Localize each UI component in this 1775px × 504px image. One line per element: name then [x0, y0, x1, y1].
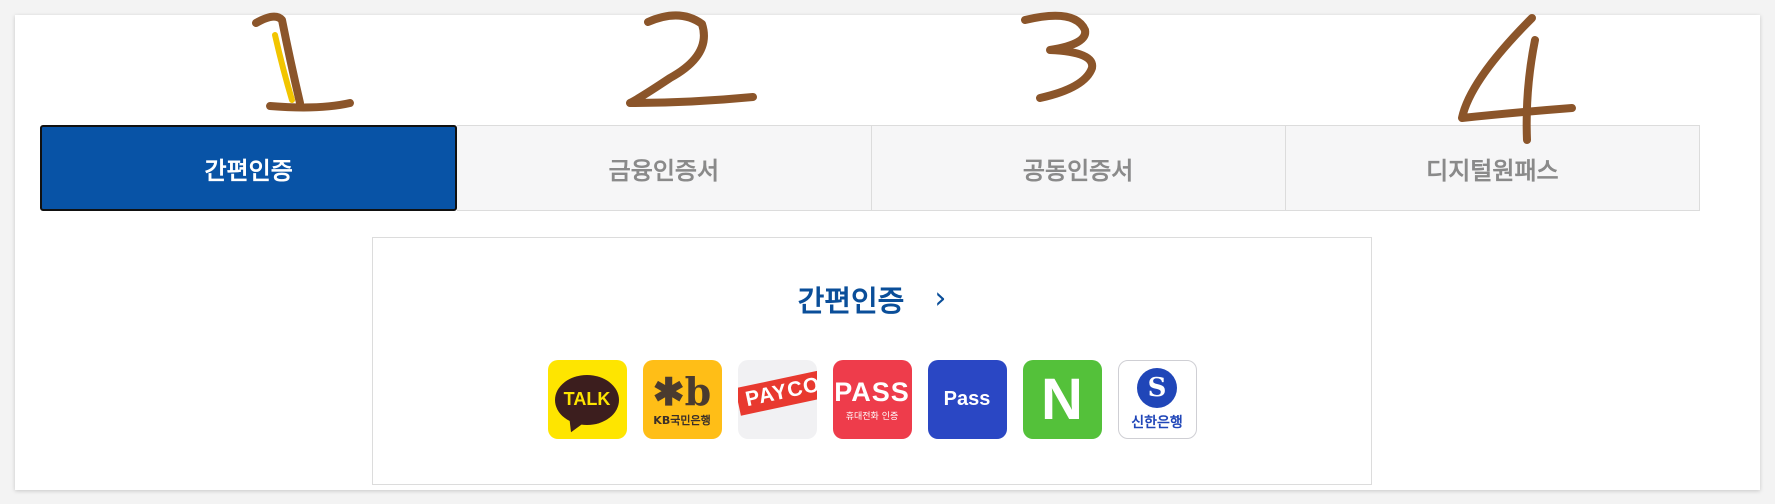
kb-label: KB국민은행 — [653, 413, 711, 427]
pass-label: PASS — [834, 377, 910, 407]
pass-blue-label: Pass — [943, 388, 991, 410]
simple-auth-panel: 간편인증 › TALK ✱b KB국민은행 PAYCO PASS 휴대전화 인증… — [372, 237, 1372, 485]
kakaotalk-icon: TALK — [555, 374, 619, 425]
kb-logo-icon: ✱b — [652, 368, 712, 414]
tab-joint-cert[interactable]: 공동인증서 — [871, 125, 1286, 211]
naver-app-button[interactable]: N — [1022, 360, 1102, 439]
shinhan-logo-icon: S — [1137, 367, 1177, 408]
tab-simple-auth[interactable]: 간편인증 — [40, 125, 458, 211]
pass-app-button[interactable]: Pass — [927, 360, 1007, 439]
panel-header[interactable]: 간편인증 › — [373, 278, 1371, 320]
kb-bank-app-button[interactable]: ✱b KB국민은행 — [642, 360, 722, 439]
payco-label: PAYCO — [742, 372, 817, 412]
naver-logo-icon: N — [1041, 367, 1083, 432]
shinhan-label: 신한은행 — [1131, 414, 1183, 431]
payco-app-button[interactable]: PAYCO — [737, 360, 817, 439]
kakaotalk-app-button[interactable]: TALK — [547, 360, 627, 439]
tab-financial-cert[interactable]: 금융인증서 — [457, 125, 872, 211]
payco-logo-icon: PAYCO — [737, 363, 817, 416]
auth-tabs: 간편인증 금융인증서 공동인증서 디지털원패스 — [40, 125, 1700, 211]
shinhan-mark: S — [1147, 372, 1167, 403]
auth-app-list: TALK ✱b KB국민은행 PAYCO PASS 휴대전화 인증 Pass N… — [373, 360, 1371, 439]
chevron-right-icon[interactable]: › — [934, 284, 946, 314]
kakaotalk-label: TALK — [563, 389, 611, 409]
pass-subtext: 휴대전화 인증 — [845, 412, 899, 422]
pass-phone-app-button[interactable]: PASS 휴대전화 인증 — [832, 360, 912, 439]
tab-digital-onepass[interactable]: 디지털원패스 — [1285, 125, 1700, 211]
panel-title[interactable]: 간편인증 — [798, 278, 905, 320]
shinhan-app-button[interactable]: S 신한은행 — [1117, 360, 1197, 439]
